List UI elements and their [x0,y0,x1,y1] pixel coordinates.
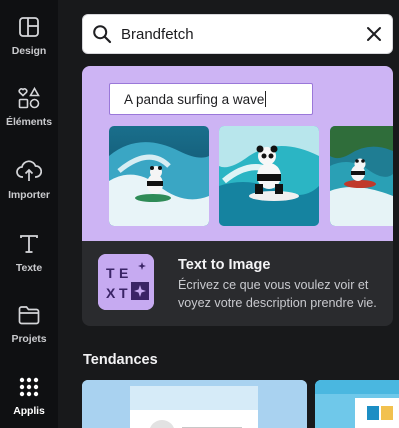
cloud-upload-icon [16,158,42,184]
app-card-title: Text to Image [178,257,271,273]
prompt-text: A panda surfing a wave [124,91,265,107]
sidebar-item-label: Applis [13,405,45,417]
app-card-description: Écrivez ce que vous voulez voir et voyez… [178,278,377,310]
text-to-image-icon: T E X T [98,254,154,310]
layout-icon [16,14,42,40]
sidebar-item-upload[interactable]: Importer [0,158,58,222]
close-icon [367,27,381,41]
sidebar-item-elements[interactable]: Éléments [0,85,58,149]
sidebar-item-design[interactable]: Design [0,14,58,78]
search-input[interactable] [121,19,351,49]
text-icon [16,231,42,257]
sidebar-item-label: Importer [8,189,50,201]
sidebar-item-label: Projets [11,333,47,345]
clear-search-button[interactable] [356,16,392,52]
app-card-text-to-image[interactable]: A panda surfing a wave T E X T Text to I… [82,66,393,326]
search-bar [82,14,393,54]
side-rail: Design Éléments Importer Texte Projets A… [0,0,58,428]
shapes-icon [16,85,42,111]
preview-image [109,126,209,226]
svg-text:T: T [119,285,128,301]
section-title-trending: Tendances [83,352,158,368]
trending-app-card[interactable] [315,380,399,428]
svg-text:E: E [119,265,128,281]
apps-grid-icon [16,374,42,400]
app-card-preview: A panda surfing a wave [82,66,393,241]
folder-icon [16,302,42,328]
trending-app-card[interactable] [82,380,307,428]
search-icon [83,15,121,53]
preview-image [330,126,393,226]
sidebar-item-apps[interactable]: Applis [0,374,58,428]
sidebar-item-label: Éléments [6,116,52,128]
sidebar-item-projects[interactable]: Projets [0,302,58,366]
sidebar-item-label: Design [11,45,47,57]
sidebar-item-label: Texte [15,262,43,274]
text-caret [265,91,267,107]
sidebar-item-text[interactable]: Texte [0,231,58,295]
preview-image [219,126,319,226]
prompt-example: A panda surfing a wave [109,83,313,115]
svg-text:T: T [106,265,115,281]
svg-text:X: X [106,285,116,301]
